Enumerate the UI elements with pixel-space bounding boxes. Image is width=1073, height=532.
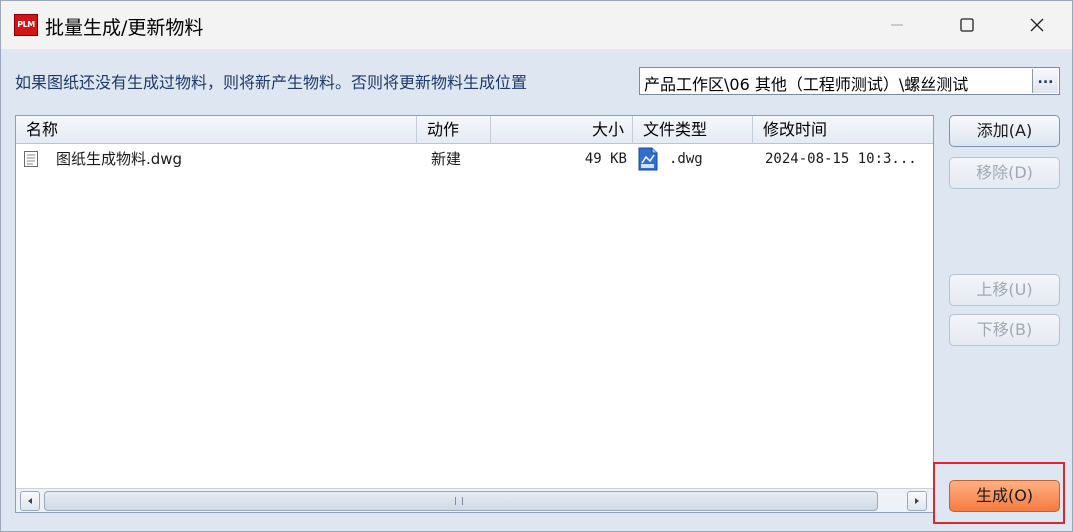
column-header-action[interactable]: 动作 — [417, 116, 491, 144]
grip-icon — [455, 497, 463, 505]
minimize-button[interactable] — [863, 1, 931, 49]
file-name: 图纸生成物料.dwg — [56, 150, 183, 168]
location-field[interactable]: 产品工作区\06 其他（工程师测试）\螺丝测试 ... — [639, 67, 1060, 95]
arrow-left-icon — [28, 498, 32, 504]
file-modified: 2024-08-15 10:3... — [765, 151, 917, 167]
scroll-right-button[interactable] — [907, 491, 927, 511]
add-button[interactable]: 添加(A) — [949, 115, 1060, 147]
column-header-name[interactable]: 名称 — [16, 116, 417, 144]
column-header-type[interactable]: 文件类型 — [633, 116, 753, 144]
plm-app-icon: PLM — [14, 14, 38, 36]
move-down-button[interactable]: 下移(B) — [949, 314, 1060, 346]
arrow-right-icon — [915, 498, 919, 504]
dwg-file-icon — [638, 147, 658, 171]
remove-button[interactable]: 移除(D) — [949, 157, 1060, 189]
file-name-cell: 图纸生成物料.dwg — [24, 145, 414, 173]
file-type-cell: .dwg — [637, 145, 751, 173]
file-action: 新建 — [431, 150, 462, 168]
file-list[interactable]: 名称 动作 大小 文件类型 修改时间 图纸生成物料.dwg 新建 49 KB .… — [15, 115, 934, 513]
column-header-size[interactable]: 大小 — [491, 116, 633, 144]
file-size: 49 KB — [584, 151, 627, 167]
move-up-button[interactable]: 上移(U) — [949, 274, 1060, 306]
horizontal-scrollbar[interactable] — [16, 488, 933, 512]
location-label: 如果图纸还没有生成过物料，则将新产生物料。否则将更新物料生成位置 — [15, 73, 528, 92]
column-header-modified[interactable]: 修改时间 — [753, 116, 933, 144]
location-path: 产品工作区\06 其他（工程师测试）\螺丝测试 — [644, 75, 969, 94]
minimize-icon — [891, 24, 903, 26]
window-title: 批量生成/更新物料 — [45, 17, 204, 39]
maximize-button[interactable] — [933, 1, 1001, 49]
file-type: .dwg — [669, 151, 703, 167]
batch-generate-dialog: PLM 批量生成/更新物料 如果图纸还没有生成过物料，则将新产生物料。否则将更新… — [0, 0, 1073, 532]
maximize-icon — [960, 18, 974, 32]
scroll-left-button[interactable] — [20, 491, 40, 511]
table-row[interactable]: 图纸生成物料.dwg 新建 49 KB .dwg 2024-08-15 10:3… — [16, 145, 933, 173]
list-header: 名称 动作 大小 文件类型 修改时间 — [16, 116, 933, 144]
document-icon — [24, 151, 38, 167]
close-icon — [1030, 18, 1044, 32]
title-bar[interactable]: PLM 批量生成/更新物料 — [1, 1, 1072, 49]
close-button[interactable] — [1003, 1, 1071, 49]
browse-location-button[interactable]: ... — [1032, 69, 1058, 93]
scroll-thumb[interactable] — [44, 491, 878, 511]
generate-button[interactable]: 生成(O) — [949, 480, 1060, 512]
